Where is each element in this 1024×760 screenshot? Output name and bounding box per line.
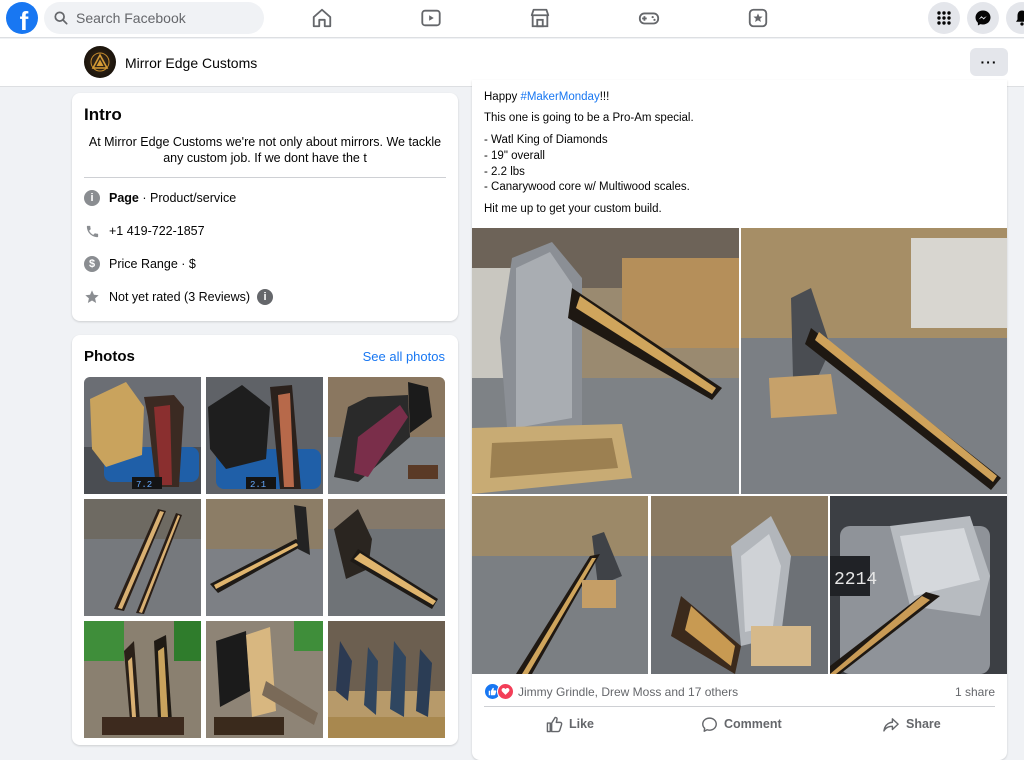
notifications-icon[interactable] — [1006, 2, 1024, 34]
post-photo[interactable] — [741, 228, 1007, 494]
photo-thumbnail[interactable] — [84, 499, 201, 616]
page-category-row: i Page · Product/service — [84, 190, 236, 206]
comment-icon — [702, 716, 717, 732]
photo-thumbnail[interactable] — [206, 499, 323, 616]
intro-title: Intro — [84, 105, 122, 124]
intro-card: Intro At Mirror Edge Customs we're not o… — [72, 93, 458, 321]
price-range-row: $ Price Range · $ — [84, 256, 196, 272]
top-navigation-bar: f — [0, 0, 1024, 38]
page-name[interactable]: Mirror Edge Customs — [125, 55, 257, 71]
marketplace-icon[interactable] — [528, 6, 552, 30]
post-photo[interactable]: 2214 — [830, 496, 1007, 674]
post-line-2: This one is going to be a Pro-Am special… — [484, 112, 694, 124]
home-icon[interactable] — [310, 6, 334, 30]
share-icon — [883, 717, 899, 732]
divider — [484, 706, 995, 707]
hashtag-link[interactable]: #MakerMonday — [520, 91, 599, 103]
more-options-button[interactable]: ··· — [970, 48, 1008, 76]
star-icon — [84, 289, 100, 305]
dollar-icon: $ — [84, 256, 100, 272]
search-input[interactable] — [74, 9, 258, 27]
photo-thumbnail[interactable] — [206, 621, 323, 738]
see-all-photos-link[interactable]: See all photos — [363, 349, 445, 364]
divider — [84, 177, 446, 178]
reactors-names[interactable]: Jimmy Grindle, Drew Moss and 17 others — [518, 685, 738, 699]
scale-readout: 2.1 — [250, 480, 266, 490]
info-icon[interactable]: i — [257, 289, 274, 305]
like-label: Like — [569, 717, 595, 731]
photo-thumbnail[interactable] — [328, 621, 445, 738]
photo-thumbnail[interactable] — [328, 499, 445, 616]
photos-card: Photos See all photos 7.2 2.1 — [72, 335, 458, 745]
post-bullet: - Watl King of Diamonds — [484, 134, 608, 146]
rating-text: Not yet rated (3 Reviews) — [109, 290, 251, 304]
phone-icon — [84, 223, 100, 239]
search-box[interactable] — [44, 2, 264, 34]
page-avatar[interactable] — [84, 46, 116, 78]
post-photo[interactable] — [651, 496, 828, 674]
watch-icon[interactable] — [419, 6, 443, 30]
scale-readout: 7.2 — [136, 480, 152, 490]
comment-label: Comment — [724, 717, 782, 731]
post-bullet: - 19" overall — [484, 150, 545, 162]
price-range: Price Range · $ — [109, 257, 196, 271]
page-category-label: Page — [109, 191, 139, 205]
photo-thumbnail[interactable]: 2.1 — [206, 377, 323, 494]
share-label: Share — [906, 717, 941, 731]
phone-row: +1 419-722-1857 — [84, 223, 205, 239]
facebook-logo[interactable]: f — [6, 2, 38, 34]
reactions-summary[interactable]: Jimmy Grindle, Drew Moss and 17 others — [484, 683, 738, 700]
page-category-value: · Product/service — [138, 191, 237, 205]
intro-bio: At Mirror Edge Customs we're not only ab… — [88, 135, 442, 165]
share-count[interactable]: 1 share — [955, 685, 995, 699]
info-icon: i — [84, 190, 100, 206]
photos-title: Photos — [84, 348, 135, 365]
messenger-icon[interactable] — [967, 2, 999, 34]
search-icon — [54, 11, 68, 25]
post-bullet: - Canarywood core w/ Multiwood scales. — [484, 181, 690, 193]
share-button[interactable]: Share — [882, 712, 941, 736]
photo-thumbnail[interactable]: 7.2 — [84, 377, 201, 494]
love-reaction-icon — [497, 683, 514, 700]
menu-grid-icon[interactable] — [928, 2, 960, 34]
rating-row: Not yet rated (3 Reviews) i — [84, 289, 274, 305]
post-line-3: Hit me up to get your custom build. — [484, 203, 662, 215]
post-photo[interactable] — [472, 228, 739, 494]
phone-number[interactable]: +1 419-722-1857 — [109, 224, 205, 238]
news-icon[interactable] — [746, 6, 770, 30]
comment-button[interactable]: Comment — [701, 712, 782, 736]
like-icon — [546, 716, 563, 732]
post-bullet: - 2.2 lbs — [484, 166, 525, 178]
scale-readout: 2214 — [834, 570, 877, 590]
like-button[interactable]: Like — [546, 712, 594, 736]
gaming-icon[interactable] — [637, 6, 661, 30]
photo-thumbnail[interactable] — [84, 621, 201, 738]
post-photo[interactable] — [472, 496, 648, 674]
post-line-1: Happy #MakerMonday!!! — [484, 91, 610, 103]
mirror-edge-logo-icon — [90, 52, 110, 72]
photo-thumbnail[interactable] — [328, 377, 445, 494]
